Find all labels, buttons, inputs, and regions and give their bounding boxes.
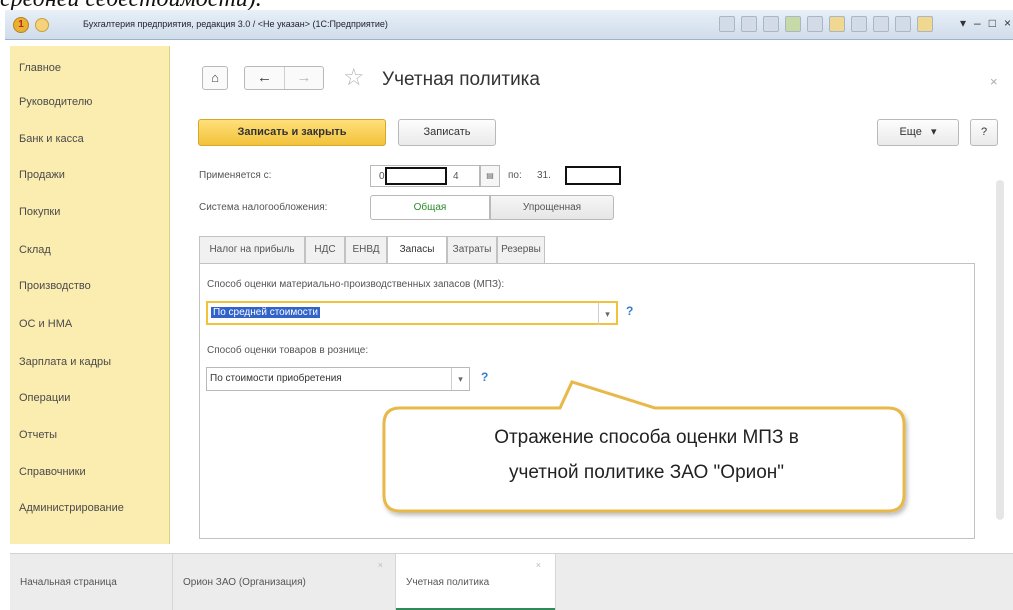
sections-sidebar: Главное Руководителю Банк и касса Продаж… xyxy=(10,46,170,544)
retail-method-label: Способ оценки товаров в рознице: xyxy=(207,345,369,356)
sidebar-item-purchases[interactable]: Покупки xyxy=(19,206,60,218)
toolbar-icon[interactable] xyxy=(851,16,867,32)
bottom-tab-label: Орион ЗАО (Организация) xyxy=(183,577,306,588)
toolbar-icon[interactable] xyxy=(829,16,845,32)
mpz-method-label: Способ оценки материально-производственн… xyxy=(207,279,505,290)
close-form-button[interactable]: × xyxy=(990,74,998,89)
retail-method-value: По стоимости приобретения xyxy=(210,373,342,384)
sidebar-item-admin[interactable]: Администрирование xyxy=(19,502,124,514)
sidebar-item-bank[interactable]: Банк и касса xyxy=(19,133,84,145)
bottom-tab-accounting-policy[interactable]: Учетная политика × xyxy=(396,554,556,610)
mpz-method-select[interactable]: По средней стоимости ▾ xyxy=(206,301,618,325)
window-menu-button[interactable]: ▾ xyxy=(960,16,966,30)
applies-from-label: Применяется с: xyxy=(199,170,272,181)
sidebar-item-reports[interactable]: Отчеты xyxy=(19,429,57,441)
retail-method-select[interactable]: По стоимости приобретения ▾ xyxy=(206,367,470,391)
bottom-tab-label: Начальная страница xyxy=(20,577,117,588)
bottom-tab-label: Учетная политика xyxy=(406,577,490,588)
minimize-button[interactable]: – xyxy=(974,16,981,30)
forward-button[interactable]: → xyxy=(285,67,323,89)
close-tab-icon[interactable]: × xyxy=(378,560,383,570)
save-and-close-button[interactable]: Записать и закрыть xyxy=(198,119,386,146)
favorite-star-icon[interactable]: ☆ xyxy=(343,64,365,92)
tab-profit-tax[interactable]: Налог на прибыль xyxy=(199,236,305,263)
open-windows-bar: Начальная страница Орион ЗАО (Организаци… xyxy=(10,553,1013,610)
callout-annotation: Отражение способа оценки МПЗ в учетной п… xyxy=(388,420,905,490)
more-label: Еще xyxy=(899,126,922,138)
window-buttons: ▾ – □ × xyxy=(960,16,1011,30)
redaction-box xyxy=(565,166,621,185)
mpz-method-value: По средней стоимости xyxy=(211,307,320,318)
tab-reserves[interactable]: Резервы xyxy=(497,236,545,263)
retail-help-icon[interactable]: ? xyxy=(481,370,488,384)
save-button[interactable]: Записать xyxy=(398,119,496,146)
maximize-button[interactable]: □ xyxy=(989,16,996,30)
home-button[interactable]: ⌂ xyxy=(202,66,228,90)
calendar-icon[interactable]: ▤ xyxy=(480,165,500,187)
sidebar-item-references[interactable]: Справочники xyxy=(19,466,86,478)
back-button[interactable]: ← xyxy=(245,67,285,89)
chevron-down-icon[interactable]: ▾ xyxy=(598,303,616,325)
toolbar-icon[interactable] xyxy=(873,16,889,32)
callout-line-1: Отражение способа оценки МПЗ в xyxy=(494,427,799,448)
bottom-tab-home[interactable]: Начальная страница xyxy=(10,554,173,610)
sidebar-item-warehouse[interactable]: Склад xyxy=(19,244,51,256)
tab-inventory[interactable]: Запасы xyxy=(387,236,447,264)
sidebar-item-production[interactable]: Производство xyxy=(19,280,91,292)
date-from-suffix: 4 xyxy=(453,171,459,182)
tax-system-general-option[interactable]: Общая xyxy=(370,195,490,220)
tab-vat[interactable]: НДС xyxy=(305,236,345,263)
date-to-prefix: 31. xyxy=(537,170,551,181)
more-button[interactable]: Еще ▾ xyxy=(877,119,959,146)
toolbar-icon[interactable] xyxy=(785,16,801,32)
history-nav: ← → xyxy=(244,66,324,90)
sidebar-item-operations[interactable]: Операции xyxy=(19,392,70,404)
sidebar-item-fixed-assets[interactable]: ОС и НМА xyxy=(19,318,72,330)
vertical-scrollbar[interactable] xyxy=(996,180,1004,520)
chevron-down-icon: ▾ xyxy=(931,126,937,138)
app-menu-icon[interactable] xyxy=(35,18,49,32)
sidebar-item-manager[interactable]: Руководителю xyxy=(19,96,92,108)
toolbar-icon[interactable] xyxy=(741,16,757,32)
titlebar-toolbar xyxy=(719,16,933,32)
toolbar-icon[interactable] xyxy=(895,16,911,32)
tab-costs[interactable]: Затраты xyxy=(447,236,497,263)
sidebar-item-payroll[interactable]: Зарплата и кадры xyxy=(19,356,111,368)
toolbar-icon[interactable] xyxy=(763,16,779,32)
page-title: Учетная политика xyxy=(382,69,540,90)
sidebar-item-main[interactable]: Главное xyxy=(19,62,61,74)
app-logo-icon[interactable]: 1 xyxy=(13,17,29,33)
bottom-tab-organization[interactable]: Орион ЗАО (Организация) × xyxy=(173,554,396,610)
toolbar-icon[interactable] xyxy=(807,16,823,32)
info-icon[interactable] xyxy=(917,16,933,32)
help-button[interactable]: ? xyxy=(970,119,998,146)
window-titlebar: 1 Бухгалтерия предприятия, редакция 3.0 … xyxy=(5,10,1013,40)
tab-envd[interactable]: ЕНВД xyxy=(345,236,387,263)
redaction-box xyxy=(385,167,447,185)
date-from-prefix: 0 xyxy=(379,171,385,182)
tax-system-label: Система налогообложения: xyxy=(199,202,328,213)
toolbar-icon[interactable] xyxy=(719,16,735,32)
close-window-button[interactable]: × xyxy=(1004,16,1011,30)
chevron-down-icon[interactable]: ▾ xyxy=(451,368,469,390)
mpz-help-icon[interactable]: ? xyxy=(626,304,633,318)
window-title: Бухгалтерия предприятия, редакция 3.0 / … xyxy=(83,19,388,29)
sidebar-item-sales[interactable]: Продажи xyxy=(19,169,65,181)
callout-line-2: учетной политике ЗАО "Орион" xyxy=(508,462,785,483)
tax-system-simplified-option[interactable]: Упрощенная xyxy=(490,195,614,220)
close-tab-icon[interactable]: × xyxy=(536,560,541,570)
to-label: по: xyxy=(508,170,522,181)
